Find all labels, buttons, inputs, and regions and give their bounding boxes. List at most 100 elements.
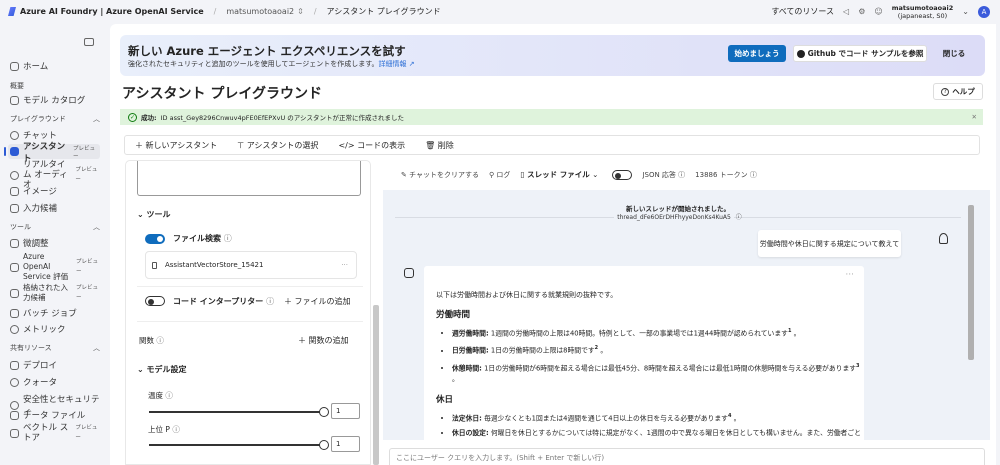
sidebar-item-metrics[interactable]: メトリック [10,323,102,335]
top-p-slider[interactable] [149,440,329,450]
sidebar-item-completions[interactable]: 入力候補 [10,202,102,214]
chevron-down-icon[interactable]: ⌄ [962,7,969,16]
banner-title: 新しい Azure エージェント エクスペリエンスを試す [128,44,406,58]
dismiss-icon[interactable]: ✕ [972,113,977,121]
sidebar-item-home[interactable]: ホーム [10,60,102,72]
chat-scrollbar[interactable] [968,205,974,360]
resource-switcher[interactable]: matsumotoaoai2 [226,7,294,16]
sidebar-item-finetune[interactable]: 微調整 [10,237,102,249]
sidebar-item-model-catalog[interactable]: モデル カタログ [10,94,102,106]
sidebar-item-stored-completions[interactable]: 格納された入力候補 プレビュー [10,283,102,303]
sidebar-item-data-files[interactable]: データ ファイル [10,409,102,421]
setup-scrollbar[interactable] [373,305,379,465]
label: 共有リソース [10,344,52,352]
sidebar-item-assistant[interactable]: アシスタント プレビュー [4,142,100,164]
label: Github でコード サンプルを参照 [807,49,924,58]
user-query-input[interactable]: ここにユーザー クエリを入力します。(Shift + Enter で新しい行) [389,448,985,465]
sidebar-item-aoai-eval[interactable]: Azure OpenAI Service 評価 プレビュー [10,252,102,282]
log-button[interactable]: ⚲ ログ [489,170,510,180]
learn-more-link[interactable]: 詳細情報 [379,60,407,68]
plus-icon: ＋ [135,140,146,150]
chevron-up-icon: ︿ [93,115,100,123]
view-code-button[interactable]: </> コードの表示 [338,140,405,151]
citation-link[interactable]: 4 [728,413,731,419]
vector-store-name: AssistantVectorStore_15421 [165,261,264,269]
json-response-toggle[interactable] [612,169,633,180]
all-resources-link[interactable]: すべてのリソース [771,6,834,17]
clear-chat-button[interactable]: ✎ チャットをクリアする [401,170,479,180]
collapse-sidebar-icon[interactable] [84,38,94,46]
list-item: 週労働時間: 1週間の労働時間の上限は40時間。特例として、一部の事業場では1週… [452,326,864,339]
answer-heading: 労働時間 [436,310,471,320]
sidebar-item-deploy[interactable]: デプロイ [10,359,102,371]
sidebar-item-image[interactable]: イメージ [10,185,102,197]
model-settings-header[interactable]: ⌄ モデル設定 [137,364,187,375]
delete-button[interactable]: 🗑 削除 [425,140,454,151]
completions-icon [10,203,19,213]
close-banner-button[interactable]: 閉じる [935,45,973,62]
trash-icon: 🗑 [425,140,438,150]
stored-icon [10,288,19,298]
cube-icon [10,95,19,105]
citation-link[interactable]: 1 [788,328,791,334]
citation-link[interactable]: 2 [595,345,598,351]
user-avatar-icon [939,233,948,244]
more-icon[interactable]: ··· [341,261,348,269]
label: 関数の追加 [308,336,349,345]
sidebar-item-vector-store[interactable]: ベクトル ストア プレビュー [10,423,102,443]
home-icon [10,61,19,71]
section-tools[interactable]: ツール ︿ [10,222,100,232]
label: ヘルプ [952,87,975,96]
item-term: 週労働時間: [452,329,489,338]
brand-link[interactable]: Azure AI Foundry | Azure OpenAI Service [20,7,204,16]
quota-icon [10,377,19,387]
code-icon: </> [338,140,358,150]
new-assistant-button[interactable]: ＋ 新しいアシスタント [135,140,217,151]
add-function-button[interactable]: ＋ 関数の追加 [298,335,349,346]
select-assistant-button[interactable]: ⊤ アシスタントの選択 [237,140,318,151]
vector-store-icon [10,428,19,438]
chat-area: 新しいスレッドが開始されました。 thread_dFe6OErDHFhyyeDo… [383,190,990,440]
sidebar-item-quota[interactable]: クォータ [10,376,102,388]
label: コードの表示 [357,140,406,150]
help-icon: ? [941,87,950,96]
code-interpreter-toggle[interactable] [145,296,165,306]
vector-store-card[interactable]: AssistantVectorStore_15421 ··· [145,251,357,279]
instructions-textarea[interactable] [137,161,361,196]
item-term: 日労働時間: [452,346,489,355]
more-icon[interactable]: ··· [845,270,854,280]
avatar[interactable]: A [978,5,990,18]
gear-icon[interactable]: ⚙ [858,7,865,16]
chevron-up-icon: ︿ [93,223,100,231]
get-started-button[interactable]: 始めましょう [728,45,786,62]
account-menu[interactable]: matsumotoaoai2 (japaneast, S0) [892,4,954,20]
user-message: 労働時間や休日に関する規定について教えて [758,230,901,257]
section-playground[interactable]: プレイグラウンド ︿ [10,114,100,124]
help-button[interactable]: ? ヘルプ [933,83,983,100]
label: イメージ [23,187,57,197]
megaphone-icon[interactable]: ◁ [843,7,849,16]
sidebar-item-batch[interactable]: バッチ ジョブ [10,307,102,319]
metrics-icon [10,324,19,334]
smiley-icon[interactable]: ☺ [874,7,882,16]
item-term: 法定休日: [452,414,482,423]
thread-files-dropdown[interactable]: ▯ スレッド ファイル ⌄ [520,169,598,180]
code-interpreter-label: コード インタープリター ⓘ [173,296,274,307]
list-item: 法定休日: 毎週少なくとも1回または4週間を通じて4日以上の休日を与える必要があ… [452,411,864,424]
github-samples-button[interactable]: Github でコード サンプルを参照 [793,45,927,62]
citation-link[interactable]: 3 [856,363,859,369]
tools-section-header[interactable]: ⌄ ツール [137,209,171,220]
label: デプロイ [23,361,58,371]
temperature-input[interactable]: 1 [331,403,360,419]
label: データ ファイル [23,411,86,421]
section-shared[interactable]: 共有リソース ︿ [10,343,100,353]
label: 微調整 [23,239,49,249]
label: 削除 [437,140,454,150]
temperature-label: 温度 ⓘ [148,390,173,401]
add-file-button[interactable]: ＋ ファイルの追加 [284,296,351,307]
check-circle-icon: ✓ [128,112,137,122]
file-search-toggle[interactable] [145,234,165,244]
temperature-slider[interactable] [149,407,329,417]
label: 温度 [148,391,163,400]
top-p-input[interactable]: 1 [331,436,360,452]
